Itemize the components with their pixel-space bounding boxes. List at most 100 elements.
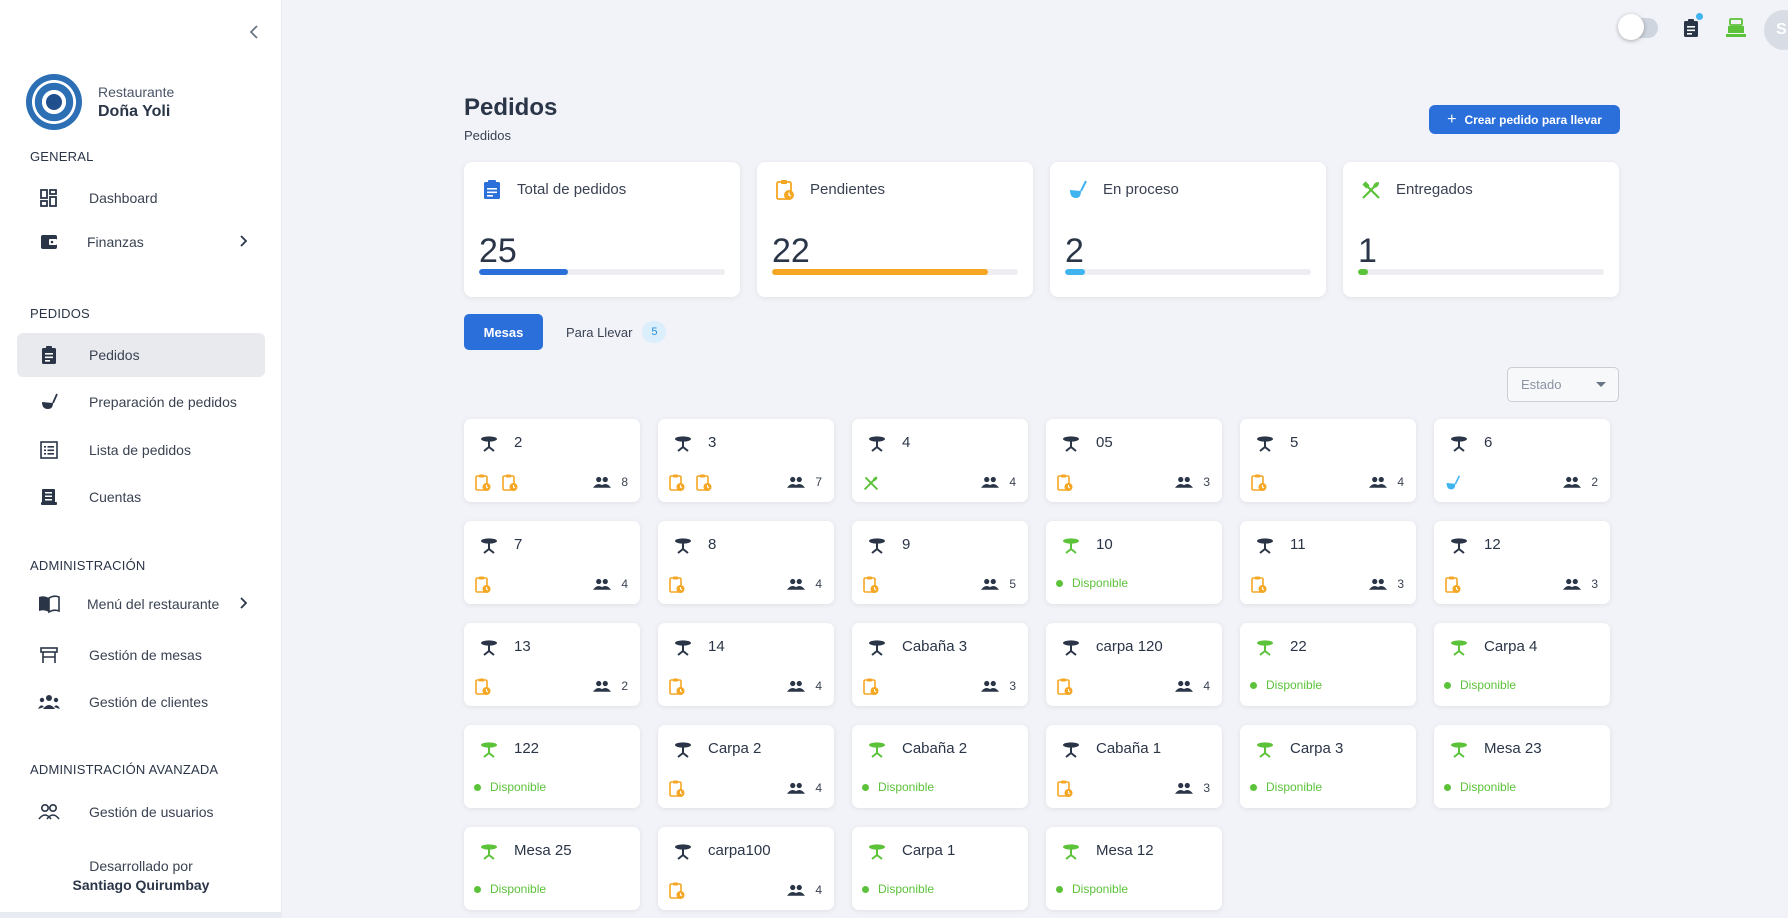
table-status: [1056, 780, 1083, 798]
section-label-pedidos: PEDIDOS: [30, 306, 90, 321]
table-card[interactable]: 44: [852, 419, 1028, 502]
table-icon: [1063, 742, 1079, 758]
table-card[interactable]: Mesa 12 Disponible: [1046, 827, 1222, 910]
table-status: [1444, 576, 1471, 594]
table-icon: [481, 844, 497, 860]
clipboard-icon: [37, 343, 61, 367]
table-card[interactable]: 95: [852, 521, 1028, 604]
sidebar-item-dashboard[interactable]: Dashboard: [17, 176, 265, 220]
table-icon: [675, 640, 691, 656]
guest-count: 2: [1563, 475, 1598, 489]
table-card[interactable]: 74: [464, 521, 640, 604]
guests-icon: [1369, 476, 1388, 488]
sidebar-item-gestion-mesas[interactable]: Gestión de mesas: [17, 633, 265, 677]
table-card[interactable]: Mesa 25 Disponible: [464, 827, 640, 910]
estado-filter-select[interactable]: Estado: [1507, 367, 1619, 402]
table-name: 8: [708, 536, 717, 553]
stat-card-entregados: Entregados 1: [1343, 162, 1619, 297]
available-label: Disponible: [1460, 780, 1517, 794]
guest-count: 3: [1175, 781, 1210, 795]
user-avatar[interactable]: S: [1764, 10, 1788, 50]
guest-count-value: 3: [1591, 577, 1598, 591]
table-card[interactable]: 62: [1434, 419, 1610, 502]
table-card[interactable]: Cabaña 3 3: [852, 623, 1028, 706]
table-card[interactable]: 05 3: [1046, 419, 1222, 502]
collapse-sidebar-button[interactable]: [244, 20, 264, 44]
status-dot: [1444, 681, 1451, 689]
table-icon: [481, 538, 497, 554]
tab-label: Para Llevar: [566, 324, 633, 340]
guest-count: 2: [593, 679, 628, 693]
table-card[interactable]: Cabaña 2 Disponible: [852, 725, 1028, 808]
table-card[interactable]: carpa 120 4: [1046, 623, 1222, 706]
table-name: Carpa 2: [708, 740, 762, 757]
available-status: Disponible: [1056, 882, 1128, 896]
table-status: [1250, 474, 1277, 492]
guest-count-value: 4: [1009, 475, 1016, 489]
sidebar-item-finanzas[interactable]: Finanzas: [17, 220, 265, 264]
tab-para-llevar[interactable]: Para Llevar 5: [566, 314, 667, 350]
table-status: [862, 576, 889, 594]
table-icon: [675, 844, 691, 860]
table-card[interactable]: 54: [1240, 419, 1416, 502]
orders-notification-button[interactable]: [1677, 13, 1705, 42]
status-dot: [474, 885, 481, 893]
sidebar-item-preparacion[interactable]: Preparación de pedidos: [17, 380, 265, 424]
table-card[interactable]: 22 Disponible: [1240, 623, 1416, 706]
in-process-order-icon: [1444, 474, 1462, 492]
guest-count-value: 7: [815, 475, 822, 489]
guest-count-value: 4: [1397, 475, 1404, 489]
sidebar-item-label: Gestión de mesas: [89, 647, 202, 663]
menu-book-icon: [37, 592, 61, 616]
table-icon: [481, 742, 497, 758]
available-status: Disponible: [1056, 576, 1128, 590]
table-card[interactable]: carpa100 4: [658, 827, 834, 910]
sidebar-item-gestion-clientes[interactable]: Gestión de clientes: [17, 680, 265, 724]
guests-icon: [787, 884, 806, 896]
sidebar-item-cuentas[interactable]: Cuentas: [17, 475, 265, 519]
table-card[interactable]: 122 Disponible: [464, 725, 640, 808]
tab-mesas[interactable]: Mesas: [464, 314, 543, 350]
create-takeout-order-button[interactable]: + Crear pedido para llevar: [1429, 105, 1620, 134]
table-card[interactable]: 11 3: [1240, 521, 1416, 604]
sidebar-item-gestion-usuarios[interactable]: Gestión de usuarios: [17, 790, 265, 834]
table-status: [1250, 576, 1277, 594]
table-icon: [1451, 436, 1467, 452]
chevron-left-icon: [249, 25, 258, 39]
stat-progress-track: [479, 269, 725, 275]
table-name: Carpa 4: [1484, 638, 1538, 655]
cash-register-button[interactable]: [1722, 14, 1750, 42]
table-status: [474, 576, 501, 594]
sidebar-item-menu-restaurante[interactable]: Menú del restaurante: [17, 582, 265, 626]
ladle-icon: [37, 390, 61, 414]
status-dot: [1056, 579, 1063, 587]
table-card[interactable]: 14 4: [658, 623, 834, 706]
pending-order-icon: [668, 780, 686, 798]
table-name: Mesa 25: [514, 842, 572, 859]
table-card[interactable]: 13 2: [464, 623, 640, 706]
breadcrumb: Pedidos: [464, 128, 511, 143]
table-card[interactable]: Carpa 4 Disponible: [1434, 623, 1610, 706]
table-card[interactable]: Carpa 1 Disponible: [852, 827, 1028, 910]
table-name: 10: [1096, 536, 1113, 553]
table-card[interactable]: Carpa 3 Disponible: [1240, 725, 1416, 808]
utensils-icon: [1359, 178, 1383, 202]
table-name: 5: [1290, 434, 1299, 451]
table-card[interactable]: 28: [464, 419, 640, 502]
estado-select-label: Estado: [1521, 377, 1562, 392]
sidebar-item-pedidos[interactable]: Pedidos: [17, 333, 265, 377]
sidebar-item-label: Menú del restaurante: [87, 596, 220, 612]
sidebar-bottom-strip: [0, 912, 282, 918]
table-card[interactable]: Cabaña 1 3: [1046, 725, 1222, 808]
table-card[interactable]: 37: [658, 419, 834, 502]
table-card[interactable]: 10 Disponible: [1046, 521, 1222, 604]
table-card[interactable]: 12 3: [1434, 521, 1610, 604]
table-card[interactable]: Mesa 23 Disponible: [1434, 725, 1610, 808]
table-name: Carpa 1: [902, 842, 956, 859]
table-status: [1056, 474, 1083, 492]
table-icon: [869, 742, 885, 758]
theme-toggle[interactable]: [1618, 14, 1658, 40]
table-card[interactable]: 84: [658, 521, 834, 604]
sidebar-item-lista-pedidos[interactable]: Lista de pedidos: [17, 428, 265, 472]
table-card[interactable]: Carpa 2 4: [658, 725, 834, 808]
